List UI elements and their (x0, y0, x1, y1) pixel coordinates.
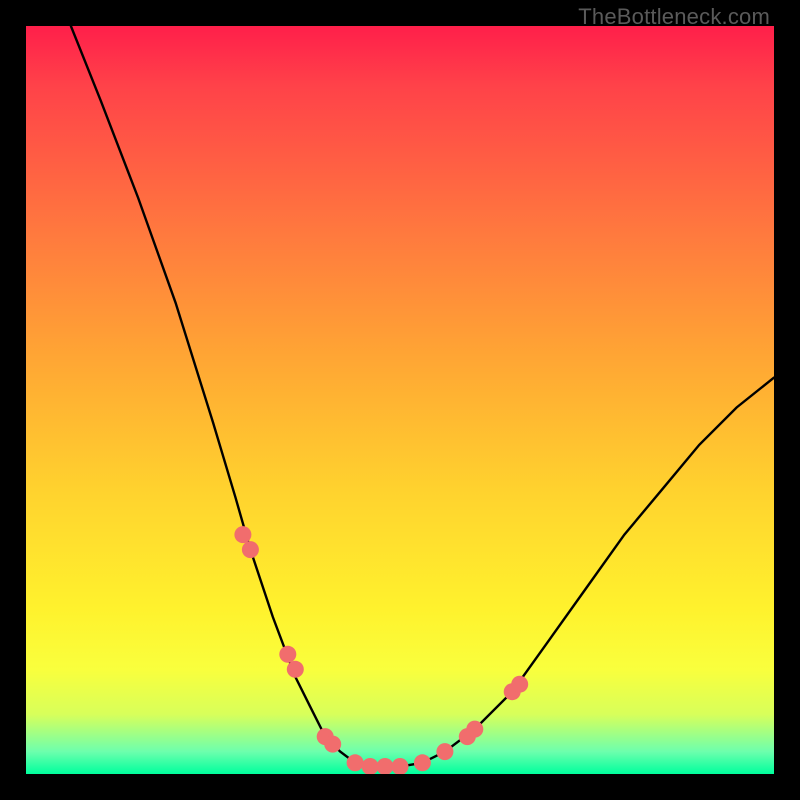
data-point (436, 743, 453, 760)
data-point (324, 736, 341, 753)
data-points-group (234, 526, 528, 774)
data-point (234, 526, 251, 543)
data-point (347, 754, 364, 771)
bottleneck-curve (71, 26, 774, 767)
data-point (377, 758, 394, 774)
data-point (466, 721, 483, 738)
data-point (511, 676, 528, 693)
data-point (279, 646, 296, 663)
attribution-text: TheBottleneck.com (578, 4, 770, 30)
chart-svg-layer (26, 26, 774, 774)
chart-frame (26, 26, 774, 774)
data-point (392, 758, 409, 774)
data-point (287, 661, 304, 678)
data-point (362, 758, 379, 774)
data-point (242, 541, 259, 558)
data-point (414, 754, 431, 771)
